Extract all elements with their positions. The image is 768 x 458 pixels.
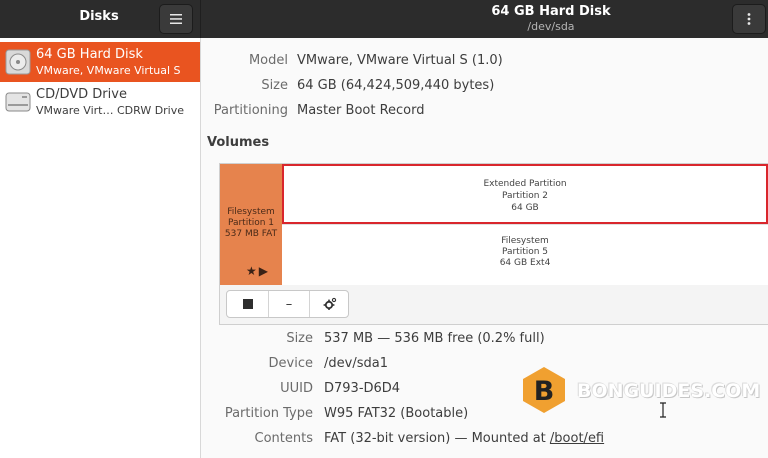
drive-subtitle: VMware Virt… CDRW Drive: [36, 104, 185, 117]
drive-item-cd-dvd[interactable]: CD/DVD Drive VMware Virt… CDRW Drive: [0, 82, 200, 122]
minus-icon: –: [285, 296, 293, 312]
bootable-star-icon: ★: [246, 264, 259, 278]
sidebar-header: Disks: [0, 0, 201, 38]
partition-options-button[interactable]: [309, 291, 350, 317]
partition-1-type: Filesystem: [227, 207, 275, 217]
main-menu-button[interactable]: [159, 4, 193, 34]
volumes-heading: Volumes: [207, 135, 270, 150]
drive-list: 64 GB Hard Disk VMware, VMware Virtual S…: [0, 38, 201, 458]
volume-map: Filesystem Partition 1 537 MB FAT ★▶ Ext…: [220, 164, 768, 285]
volume-size-label: Size: [286, 331, 313, 346]
partition-1-name: Partition 1: [227, 218, 275, 228]
contents-label: Contents: [254, 431, 313, 446]
extended-partition-size: 64 GB: [511, 203, 539, 213]
model-label: Model: [248, 53, 288, 68]
model-value: VMware, VMware Virtual S (1.0): [297, 53, 503, 68]
watermark-text: BONGUIDES.COM: [577, 380, 761, 402]
volume-toolbar: –: [226, 290, 349, 318]
disk-title-area: 64 GB Hard Disk /dev/sda: [201, 0, 768, 38]
partition-1-block[interactable]: Filesystem Partition 1 537 MB FAT ★▶: [220, 164, 282, 285]
partition-type-label: Partition Type: [224, 406, 313, 421]
header-bar: Disks 64 GB Hard Disk /dev/sda: [0, 0, 768, 38]
hamburger-menu-icon: [170, 14, 182, 24]
drive-item-hard-disk[interactable]: 64 GB Hard Disk VMware, VMware Virtual S: [0, 42, 200, 82]
contents-text: FAT (32-bit version) — Mounted at: [324, 431, 550, 446]
partition-type-value: W95 FAT32 (Bootable): [324, 406, 469, 421]
partition-1-size: 537 MB FAT: [224, 229, 278, 239]
size-value: 64 GB (64,424,509,440 bytes): [297, 78, 495, 93]
extended-partition-block[interactable]: Extended Partition Partition 2 64 GB: [282, 164, 768, 224]
mounted-play-icon: ▶: [258, 264, 270, 278]
partition-5-block[interactable]: Filesystem Partition 5 64 GB Ext4: [282, 224, 768, 285]
bonguides-logo-icon: B: [523, 367, 565, 413]
delete-partition-button[interactable]: –: [268, 291, 309, 317]
partition-5-name: Partition 5: [501, 247, 549, 257]
drive-options-button[interactable]: [732, 4, 766, 34]
device-value: /dev/sda1: [324, 356, 388, 371]
drive-subtitle: VMware, VMware Virtual S: [36, 64, 181, 77]
partitioning-value: Master Boot Record: [297, 103, 425, 118]
disk-path: /dev/sda: [527, 20, 575, 33]
stop-icon: [242, 299, 253, 309]
contents-value: FAT (32-bit version) — Mounted at /boot/…: [324, 431, 604, 446]
gear-icon: [323, 297, 337, 310]
drive-name: CD/DVD Drive: [36, 87, 127, 102]
optical-drive-icon: [5, 92, 31, 112]
mount-point-link[interactable]: /boot/efi: [550, 431, 604, 446]
uuid-label: UUID: [280, 381, 313, 396]
volume-size-value: 537 MB — 536 MB free (0.2% full): [324, 331, 545, 346]
partitioning-label: Partitioning: [213, 103, 288, 118]
text-cursor-icon: [660, 402, 666, 418]
unmount-button[interactable]: [227, 291, 268, 317]
size-label: Size: [261, 78, 288, 93]
vertical-dots-icon: [747, 13, 751, 25]
extended-partition-type: Extended Partition: [483, 179, 567, 189]
watermark-badge-letter: B: [534, 376, 555, 407]
extended-partition-name: Partition 2: [501, 191, 549, 201]
partition-5-type: Filesystem: [501, 236, 549, 246]
drive-name: 64 GB Hard Disk: [36, 47, 143, 62]
device-label: Device: [268, 356, 313, 371]
partition-5-size: 64 GB Ext4: [499, 258, 551, 268]
uuid-value: D793-D6D4: [324, 381, 401, 396]
disk-title: 64 GB Hard Disk: [491, 4, 611, 19]
hard-disk-icon: [5, 49, 31, 75]
